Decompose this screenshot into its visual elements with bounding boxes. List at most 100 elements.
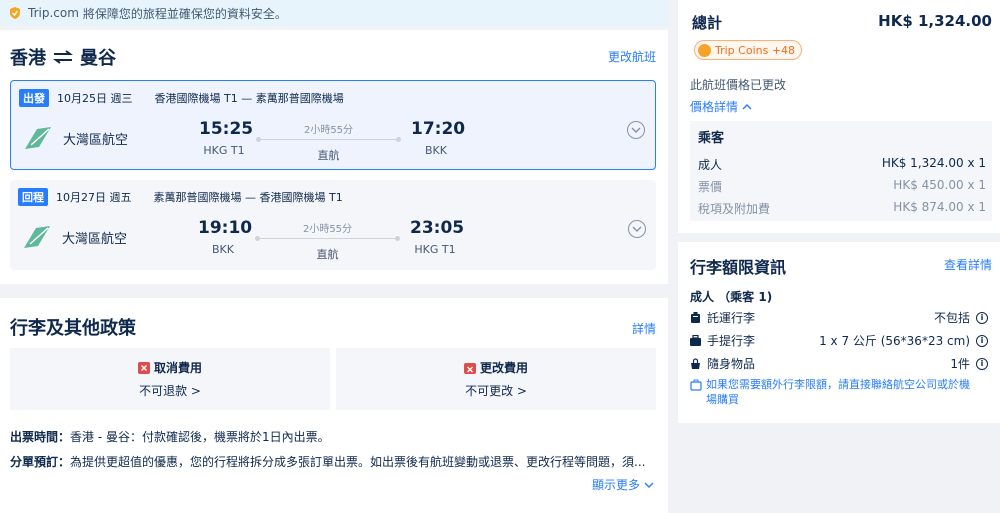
segment-tag: 回程 <box>18 188 48 206</box>
price-row-fare: 票價 HK$ 450.00 x 1 <box>698 178 986 195</box>
banner-brand: Trip.com <box>28 6 79 20</box>
chevron-down-icon <box>644 482 654 488</box>
expand-segment-button[interactable] <box>627 121 645 139</box>
split-text: 為提供更超值的優惠，您的行程將拆分成多張訂單出票。如出票後有航班變動或退票、更改… <box>70 455 646 469</box>
carry-on-baggage-row: 手提行李 1 x 7 公斤 (56*36*23 cm) i <box>690 332 988 349</box>
stop-info: 直航 <box>317 149 340 162</box>
total-label: 總計 <box>692 14 723 32</box>
baggage-value: 1件 <box>950 357 970 371</box>
greater-bay-airlines-logo-icon <box>24 226 50 248</box>
extra-baggage-text: 如果您需要額外行李限額，請直接聯絡航空公司或於機場購買 <box>706 378 970 406</box>
split-booking-line: 分單預訂：為提供更超值的優惠，您的行程將拆分成多張訂單出票。如出票後有航班變動或… <box>10 453 655 470</box>
price-row-taxes: 稅項及附加費 HK$ 874.00 x 1 <box>698 200 986 217</box>
price-row-value: HK$ 450.00 x 1 <box>893 178 986 192</box>
expand-segment-button[interactable] <box>628 220 646 238</box>
flight-duration: 2小時55分 <box>302 224 353 235</box>
round-trip-arrows-icon <box>53 50 73 64</box>
chevron-up-icon <box>742 103 752 109</box>
baggage-allowance-card: 行李額限資訊 查看詳情 成人 （乘客 1) 託運行李 不包括 i 手提行李 1 … <box>678 242 1000 423</box>
trip-coins-text: Trip Coins +48 <box>715 43 796 57</box>
change-flight-link[interactable]: 更改航班 <box>608 48 656 65</box>
baggage-value: 1 x 7 公斤 (56*36*23 cm) <box>819 334 970 348</box>
trip-coins-badge: Trip Coins +48 <box>694 40 803 60</box>
info-icon[interactable]: i <box>976 357 988 370</box>
cancellation-fee-label: 取消費用 <box>153 361 202 375</box>
arrival-time: 23:05 <box>410 218 465 238</box>
price-changed-note: 此航班價格已更改 <box>690 78 787 92</box>
price-summary-card: 總計 HK$ 1,324.00 Trip Coins +48 此航班價格已更改 … <box>678 0 1000 233</box>
stop-info: 直航 <box>316 248 339 261</box>
price-row-label: 票價 <box>698 180 723 194</box>
policy-title: 行李及其他政策 <box>10 318 136 339</box>
price-row-value: HK$ 1,324.00 x 1 <box>881 156 986 170</box>
chevron-down-icon <box>632 226 642 232</box>
change-fee-title: 更改費用 <box>463 359 528 376</box>
policy-detail-link[interactable]: 詳情 <box>632 320 656 337</box>
suitcase-icon <box>691 312 700 323</box>
departure-airport-code: BKK <box>212 243 234 256</box>
route-title: 香港 曼谷 <box>10 44 116 70</box>
change-fee-box[interactable]: 更改費用 不可更改 > <box>336 348 656 410</box>
flight-line <box>255 236 400 241</box>
baggage-name: 隨身物品 <box>707 357 756 371</box>
change-fee-label: 更改費用 <box>479 361 528 375</box>
extra-baggage-note: 如果您需要額外行李限額，請直接聯絡航空公司或於機場購買 <box>690 377 980 407</box>
baggage-title: 行李額限資訊 <box>690 258 787 277</box>
chevron-down-icon <box>631 127 641 133</box>
segment-tag: 出發 <box>19 89 49 107</box>
price-row-adult: 成人 HK$ 1,324.00 x 1 <box>698 156 986 173</box>
departure-airport-code: HKG T1 <box>203 144 245 157</box>
banner-text: 將保障您的旅程並確保您的資料安全。 <box>82 6 287 21</box>
passenger-heading: 乘客 <box>698 131 725 146</box>
checked-baggage-row: 託運行李 不包括 i <box>690 309 988 326</box>
price-row-label: 稅項及附加費 <box>698 202 771 216</box>
cancellation-fee-box[interactable]: 取消費用 不可退款 > <box>10 348 330 410</box>
flight-duration: 2小時55分 <box>303 125 354 136</box>
price-detail-toggle[interactable]: 價格詳情 <box>690 98 752 115</box>
return-segment[interactable]: 回程 10月27日 週五 素萬那普國際機場 — 香港國際機場 T1 大灣區航空 … <box>10 180 656 270</box>
personal-item-row: 隨身物品 1件 i <box>690 355 988 372</box>
segment-date: 10月25日 週三 <box>57 92 133 105</box>
show-more-link[interactable]: 顯示更多 <box>592 476 654 493</box>
arrival-airport-code: HKG T1 <box>414 243 456 256</box>
airline-info: 大灣區航空 <box>23 125 128 151</box>
baggage-value: 不包括 <box>933 311 970 325</box>
passenger-price-breakdown: 乘客 成人 HK$ 1,324.00 x 1 票價 HK$ 450.00 x 1… <box>690 121 992 221</box>
arrival-airport-code: BKK <box>425 144 447 157</box>
baggage-name: 手提行李 <box>707 334 756 348</box>
price-row-value: HK$ 874.00 x 1 <box>893 200 986 214</box>
outbound-segment[interactable]: 出發 10月25日 週三 香港國際機場 T1 — 素萬那普國際機場 大灣區航空 … <box>10 80 656 170</box>
segment-airports: 素萬那普國際機場 — 香港國際機場 T1 <box>153 191 343 204</box>
handbag-icon <box>691 358 700 369</box>
luggage-info-icon <box>690 379 702 391</box>
split-label: 分單預訂： <box>10 455 71 469</box>
baggage-passenger: 成人 （乘客 1) <box>690 290 773 304</box>
segment-header: 出發 10月25日 週三 香港國際機場 T1 — 素萬那普國際機場 <box>19 89 344 107</box>
info-icon[interactable]: i <box>976 334 988 347</box>
departure-time: 19:10 <box>198 218 253 238</box>
total-price: HK$ 1,324.00 <box>878 12 992 30</box>
segment-airports: 香港國際機場 T1 — 素萬那普國際機場 <box>154 92 344 105</box>
airline-name: 大灣區航空 <box>62 231 128 247</box>
carry-on-bag-icon <box>690 335 701 346</box>
airline-name: 大灣區航空 <box>63 132 129 148</box>
price-detail-label: 價格詳情 <box>690 100 739 114</box>
flight-line <box>256 137 401 142</box>
shield-check-icon <box>10 7 20 19</box>
baggage-detail-link[interactable]: 查看詳情 <box>944 256 992 273</box>
greater-bay-airlines-logo-icon <box>25 127 51 149</box>
segment-date: 10月27日 週五 <box>56 191 132 204</box>
baggage-name: 託運行李 <box>707 311 756 325</box>
arrival-time: 17:20 <box>411 119 466 139</box>
calendar-x-icon <box>463 362 476 374</box>
info-icon[interactable]: i <box>976 311 988 324</box>
change-fee-value: 不可更改 > <box>465 384 527 398</box>
cancel-x-icon <box>137 361 150 374</box>
coin-icon <box>698 43 711 57</box>
flight-summary-card: 香港 曼谷 更改航班 出發 10月25日 週三 香港國際機場 T1 — 素萬那普… <box>0 30 668 284</box>
ticketing-text: 香港 - 曼谷：付款確認後，機票將於1日內出票。 <box>70 430 330 444</box>
price-row-label: 成人 <box>698 158 723 172</box>
cancellation-fee-title: 取消費用 <box>137 359 202 376</box>
airline-info: 大灣區航空 <box>22 224 127 250</box>
cancellation-fee-value: 不可退款 > <box>139 384 201 398</box>
